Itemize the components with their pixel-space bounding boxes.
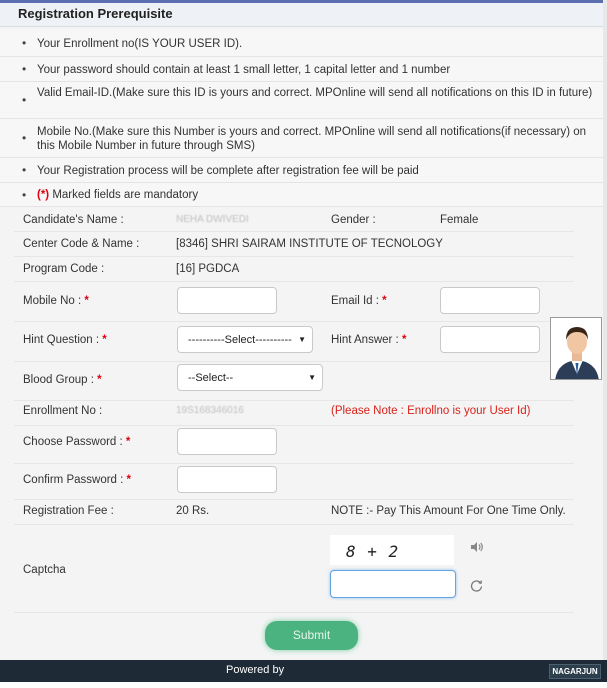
form-row-hint: Hint Question : * ----------Select------…	[14, 322, 574, 362]
blood-group-select[interactable]: --Select-- ▼	[177, 364, 323, 391]
prerequisite-text: Your password should contain at least 1 …	[37, 64, 451, 76]
email-label: Email Id : *	[331, 295, 387, 307]
hint-answer-label: Hint Answer : *	[331, 334, 407, 346]
captcha-input[interactable]	[330, 570, 456, 598]
page-title: Registration Prerequisite	[18, 6, 173, 21]
hint-question-select[interactable]: ----------Select---------- ▼	[177, 326, 313, 353]
prerequisite-item: • (*) Marked fields are mandatory	[0, 183, 607, 207]
captcha-label: Captcha	[23, 564, 66, 576]
candidate-name-value: NEHA DWIVEDI	[176, 214, 249, 225]
form-row-mobile: Mobile No : * Email Id : *	[14, 282, 574, 322]
gender-label: Gender :	[331, 214, 376, 226]
hint-question-label: Hint Question : *	[23, 334, 107, 346]
hint-answer-input[interactable]	[440, 326, 540, 353]
prerequisite-text: Marked fields are mandatory	[49, 189, 199, 201]
chevron-down-icon: ▼	[298, 335, 306, 344]
bullet-icon: •	[22, 163, 27, 177]
bottom-strip	[0, 682, 607, 688]
form-row-confirm-password: Confirm Password : *	[14, 464, 574, 500]
page-header: Registration Prerequisite	[0, 3, 607, 27]
captcha-text: 8 + 2	[346, 542, 400, 561]
registration-fee-value: 20 Rs.	[176, 505, 210, 517]
prerequisite-text: Your Registration process will be comple…	[37, 165, 419, 177]
hint-question-selected: ----------Select----------	[188, 334, 292, 346]
captcha-image: 8 + 2	[330, 535, 454, 565]
chevron-down-icon: ▼	[308, 373, 316, 382]
bullet-icon: •	[22, 131, 27, 145]
form-row-blood: Blood Group : * --Select-- ▼	[14, 362, 574, 401]
powered-by-label: Powered by	[226, 664, 285, 676]
form-row-program: Program Code : [16] PGDCA	[14, 257, 574, 282]
blood-group-label: Blood Group : *	[23, 374, 102, 386]
bullet-icon: •	[22, 62, 27, 76]
bullet-icon: •	[22, 93, 27, 107]
registration-fee-note: NOTE :- Pay This Amount For One Time Onl…	[331, 505, 566, 517]
choose-password-input[interactable]	[177, 428, 277, 455]
prerequisite-item: • Your Registration process will be comp…	[0, 158, 607, 183]
enrollment-value: 19S168346016	[176, 405, 244, 416]
program-value: [16] PGDCA	[176, 263, 240, 275]
prerequisite-item: • Your Enrollment no(IS YOUR USER ID).	[0, 30, 607, 57]
prerequisite-text: Valid Email-ID.(Make sure this ID is you…	[37, 87, 593, 99]
speaker-icon[interactable]	[470, 541, 484, 553]
form-row-fee: Registration Fee : 20 Rs. NOTE :- Pay Th…	[14, 500, 574, 525]
required-marker: (*)	[37, 189, 50, 201]
registration-fee-label: Registration Fee :	[23, 505, 114, 517]
prerequisite-text: Your Enrollment no(IS YOUR USER ID).	[37, 38, 243, 50]
mobile-label: Mobile No : *	[23, 295, 89, 307]
prerequisite-item: • Mobile No.(Make sure this Number is yo…	[0, 119, 607, 158]
center-value: [8346] SHRI SAIRAM INSTITUTE OF TECNOLOG…	[176, 238, 443, 250]
enrollment-note: (Please Note : Enrollno is your User Id)	[331, 405, 531, 417]
bullet-icon: •	[22, 36, 27, 50]
gender-value: Female	[440, 214, 479, 226]
prerequisite-item: • Your password should contain at least …	[0, 57, 607, 82]
choose-password-label: Choose Password : *	[23, 436, 131, 448]
candidate-name-label: Candidate's Name :	[23, 214, 124, 226]
person-icon	[551, 318, 601, 379]
footer: Powered by NAGARJUN	[0, 660, 607, 682]
refresh-icon[interactable]	[470, 579, 483, 592]
brand-logo: NAGARJUN	[549, 664, 601, 679]
prerequisite-text: Mobile No.(Make sure this Number is your…	[37, 126, 587, 152]
email-input[interactable]	[440, 287, 540, 314]
bullet-icon: •	[22, 187, 27, 202]
form-row-candidate: Candidate's Name : NEHA DWIVEDI Gender :…	[14, 207, 574, 232]
form-row-center: Center Code & Name : [8346] SHRI SAIRAM …	[14, 232, 574, 257]
scrollbar[interactable]	[603, 0, 607, 660]
center-label: Center Code & Name :	[23, 238, 140, 250]
enrollment-label: Enrollment No :	[23, 405, 103, 417]
confirm-password-label: Confirm Password : *	[23, 474, 132, 486]
form-row-enrollment: Enrollment No : 19S168346016 (Please Not…	[14, 401, 574, 426]
program-label: Program Code :	[23, 263, 105, 275]
form-row-choose-password: Choose Password : *	[14, 426, 574, 464]
confirm-password-input[interactable]	[177, 466, 277, 493]
submit-button[interactable]: Submit	[265, 621, 358, 650]
mobile-input[interactable]	[177, 287, 277, 314]
blood-group-selected: --Select--	[188, 372, 234, 384]
user-avatar	[550, 317, 602, 380]
prerequisite-item: • Valid Email-ID.(Make sure this ID is y…	[0, 82, 607, 119]
form-row-captcha: Captcha	[14, 525, 574, 613]
